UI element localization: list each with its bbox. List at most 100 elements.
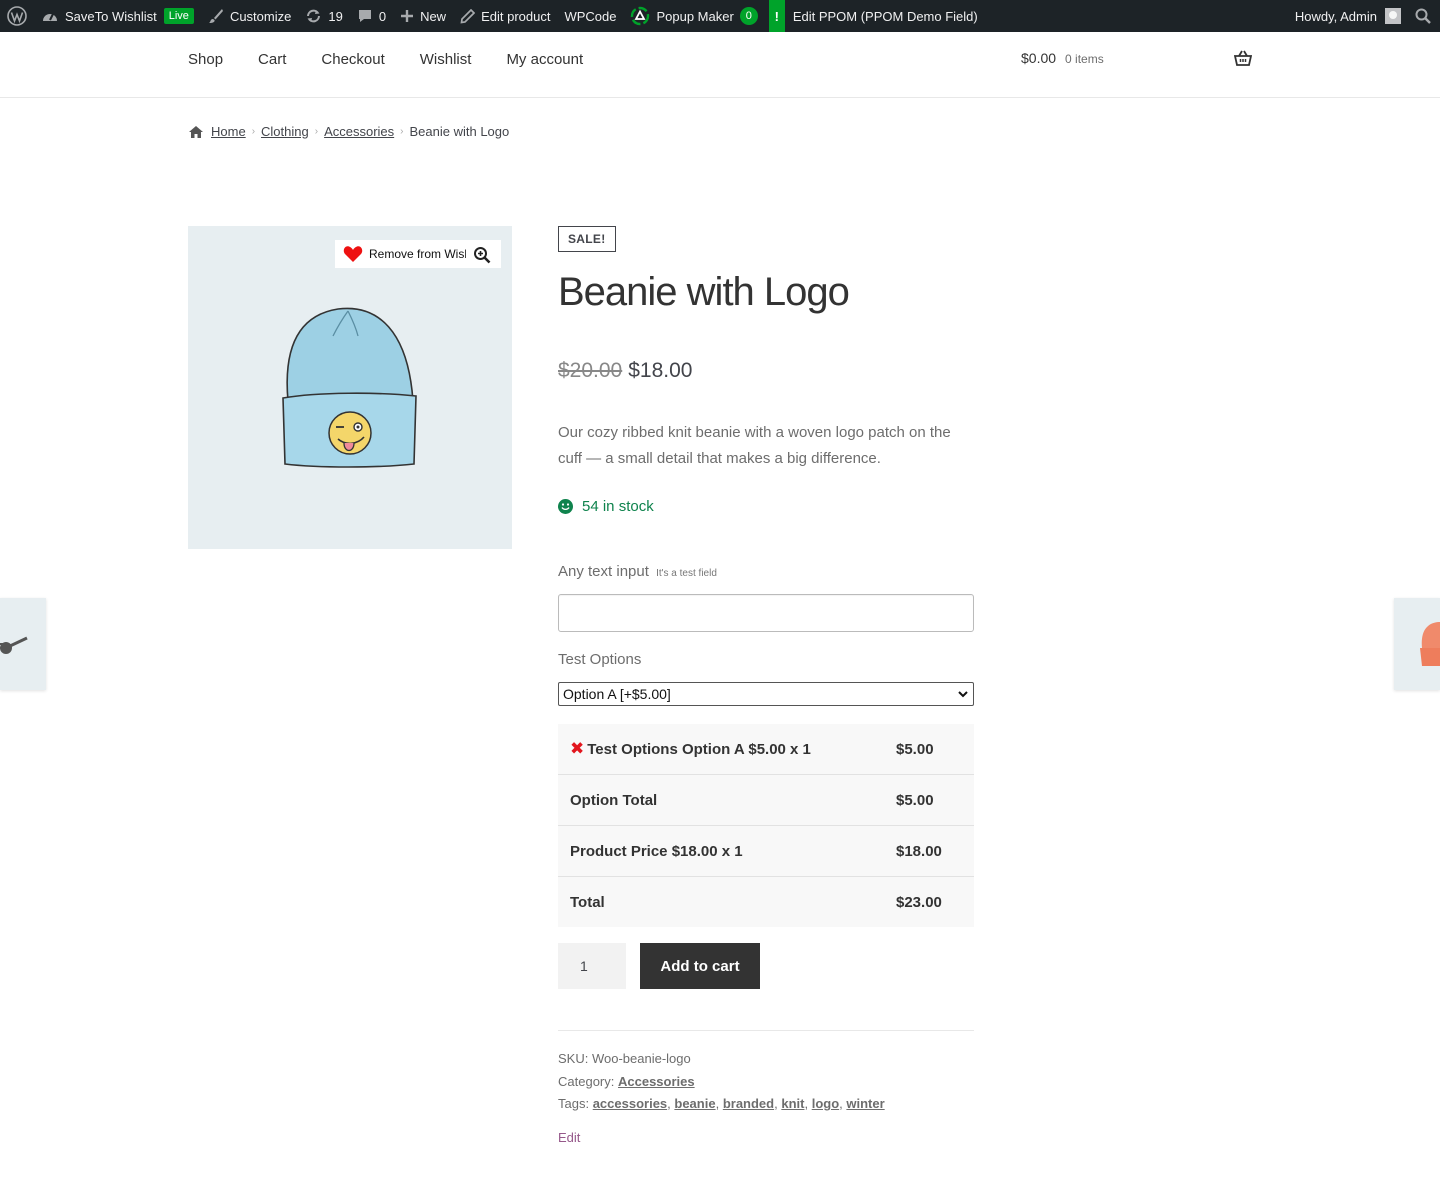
- breadcrumb-separator: ›: [314, 126, 319, 137]
- avatar: [1385, 8, 1401, 24]
- product-short-description: Our cozy ribbed knit beanie with a woven…: [558, 424, 951, 467]
- live-badge: Live: [163, 8, 194, 24]
- product-image[interactable]: [278, 306, 428, 471]
- home-icon: [189, 125, 203, 138]
- refresh-icon: [307, 9, 321, 23]
- text-input-label: Any text input It's a test field: [558, 563, 717, 580]
- header-cart-link[interactable]: $0.00 0 items: [1021, 50, 1104, 66]
- tag-link[interactable]: logo: [812, 1096, 839, 1111]
- tags-line: Tags: accessories, beanie, branded, knit…: [558, 1096, 885, 1111]
- smile-icon: [558, 499, 573, 514]
- product-price: $20.00 $18.00: [558, 359, 692, 383]
- sunglasses-thumbnail: [0, 636, 28, 654]
- sku-line: SKU: Woo-beanie-logo: [558, 1048, 974, 1071]
- admin-bar: SaveTo Wishlist Live Customize 19 0 New …: [0, 0, 1440, 32]
- row-label: Product Price $18.00 x 1: [570, 842, 743, 860]
- edit-product-label: Edit product: [481, 8, 551, 24]
- row-amount: $5.00: [896, 740, 934, 758]
- popup-maker-icon: [631, 6, 650, 26]
- row-label: Option Total: [570, 791, 658, 809]
- wordpress-icon: [7, 6, 27, 26]
- new-content-link[interactable]: New: [393, 0, 453, 32]
- quantity-input[interactable]: 1: [558, 943, 626, 989]
- site-name-menu[interactable]: SaveTo Wishlist Live: [34, 0, 201, 32]
- site-name: SaveTo Wishlist: [65, 8, 157, 24]
- sku-value: Woo-beanie-logo: [591, 1051, 691, 1066]
- edit-product-link[interactable]: Edit product: [453, 0, 557, 32]
- table-row: Option Total $5.00: [558, 775, 974, 826]
- product-meta: SKU: Woo-beanie-logo Category: Accessori…: [558, 1030, 974, 1116]
- heart-icon: [343, 246, 363, 262]
- customize-link[interactable]: Customize: [201, 0, 298, 32]
- product-title: Beanie with Logo: [558, 270, 850, 314]
- plus-icon: [401, 10, 414, 22]
- nav-item-shop[interactable]: Shop: [188, 51, 223, 68]
- category-line: Category: Accessories: [558, 1071, 974, 1094]
- popup-maker-label: Popup Maker: [656, 8, 734, 24]
- beanie-thumbnail: [1420, 622, 1440, 666]
- table-row: ✖ Test Options Option A $5.00 x 1 $5.00: [558, 724, 974, 775]
- tag-link[interactable]: accessories: [593, 1096, 667, 1111]
- nav-item-my-account[interactable]: My account: [506, 51, 583, 68]
- wpcode-link[interactable]: WPCode: [557, 0, 623, 32]
- chevron-down-icon: [958, 691, 968, 698]
- my-account-menu[interactable]: Howdy, Admin: [1288, 0, 1408, 32]
- zoom-button[interactable]: [466, 242, 498, 268]
- wordpress-menu[interactable]: [0, 0, 34, 32]
- category-label: Category:: [558, 1073, 615, 1089]
- sku-label: SKU:: [558, 1051, 589, 1066]
- row-amount: $5.00: [896, 791, 934, 809]
- row-amount: $18.00: [896, 842, 942, 860]
- admin-search-button[interactable]: [1408, 0, 1440, 32]
- basket-icon[interactable]: [1234, 49, 1252, 67]
- next-product-thumbnail[interactable]: [1394, 598, 1440, 690]
- tag-link[interactable]: beanie: [674, 1096, 715, 1111]
- stock-text: 54 in stock: [582, 498, 654, 515]
- price-breakdown-table: ✖ Test Options Option A $5.00 x 1 $5.00 …: [558, 724, 974, 927]
- breadcrumb-home[interactable]: Home: [211, 124, 246, 139]
- popup-maker-link[interactable]: Popup Maker 0: [623, 0, 764, 32]
- breadcrumb-accessories[interactable]: Accessories: [324, 124, 394, 139]
- sale-price: $18.00: [628, 359, 693, 382]
- table-row: Product Price $18.00 x 1 $18.00: [558, 826, 974, 877]
- nav-item-checkout[interactable]: Checkout: [321, 51, 384, 68]
- howdy-label: Howdy, Admin: [1294, 8, 1377, 24]
- category-link[interactable]: Accessories: [618, 1074, 695, 1089]
- selected-option: Option A [+$5.00]: [563, 686, 671, 702]
- tag-link[interactable]: knit: [781, 1096, 804, 1111]
- site-header: Shop Cart Checkout Wishlist My account $…: [0, 32, 1440, 98]
- regular-price: $20.00: [558, 359, 623, 382]
- dashboard-icon: [43, 13, 57, 21]
- text-input-label-text: Any text input: [558, 563, 649, 580]
- new-label: New: [420, 8, 447, 24]
- close-icon[interactable]: ✖: [570, 739, 584, 759]
- test-options-select[interactable]: Option A [+$5.00]: [558, 682, 974, 706]
- sale-badge: SALE!: [558, 226, 616, 252]
- comment-icon: [358, 10, 371, 22]
- breadcrumb-clothing[interactable]: Clothing: [261, 124, 309, 139]
- ppom-alert-flag: !: [768, 0, 785, 32]
- updates-count: 19: [328, 8, 343, 24]
- comments-link[interactable]: 0: [350, 0, 393, 32]
- zoom-icon: [474, 247, 491, 264]
- popup-count-badge: 0: [739, 7, 758, 25]
- previous-product-thumbnail[interactable]: [0, 598, 46, 690]
- add-to-cart-button[interactable]: Add to cart: [640, 943, 760, 989]
- edit-ppom-link[interactable]: Edit PPOM (PPOM Demo Field): [785, 0, 985, 32]
- tag-link[interactable]: winter: [846, 1096, 884, 1111]
- breadcrumb-separator: ›: [400, 126, 404, 137]
- updates-link[interactable]: 19: [298, 0, 349, 32]
- row-label: Total: [570, 893, 605, 911]
- row-label: Test Options Option A $5.00 x 1: [587, 740, 811, 758]
- cart-total: $0.00: [1021, 50, 1057, 66]
- nav-item-cart[interactable]: Cart: [258, 51, 286, 68]
- stock-status: 54 in stock: [558, 498, 654, 515]
- tags-label: Tags:: [558, 1096, 590, 1111]
- text-input-hint: It's a test field: [656, 568, 717, 579]
- edit-product-link-footer[interactable]: Edit: [558, 1130, 580, 1145]
- pencil-icon: [460, 8, 476, 24]
- product-gallery: Remove from Wishlist: [188, 226, 512, 549]
- any-text-input[interactable]: [558, 594, 974, 632]
- tag-link[interactable]: branded: [723, 1096, 774, 1111]
- nav-item-wishlist[interactable]: Wishlist: [420, 51, 472, 68]
